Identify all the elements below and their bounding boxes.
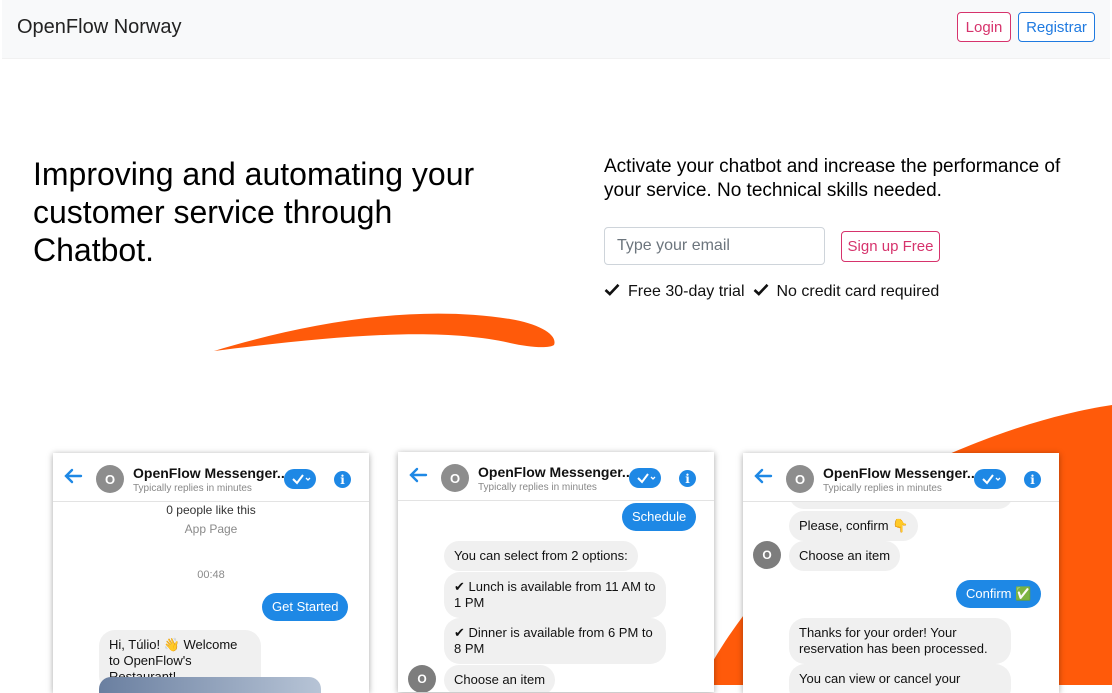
feature-label: No credit card required — [776, 283, 940, 300]
choose-item-message: Choose an item — [444, 665, 556, 692]
email-input[interactable]: Type your email — [604, 227, 825, 265]
feature-item: No credit card required — [753, 283, 940, 301]
check-icon — [753, 283, 769, 301]
image-card — [99, 677, 321, 693]
message-time: 00:48 — [197, 569, 225, 581]
avatar: O — [96, 465, 124, 493]
hero-headline: Improving and automating your customer s… — [33, 156, 475, 268]
brand-name[interactable]: OpenFlow Norway — [17, 16, 182, 39]
avatar: O — [753, 541, 781, 569]
schedule-button[interactable]: Schedule — [622, 503, 697, 531]
chat-preview-1: O OpenFlow Messenger... Typically replie… — [53, 453, 369, 693]
navbar: OpenFlow Norway Login Registrar — [2, 0, 1110, 59]
view-cancel-message: You can view or cancel your — [789, 664, 1011, 693]
page-likes: 0 people like this — [166, 503, 256, 517]
chat-header: O OpenFlow Messenger... Typically replie… — [53, 453, 369, 502]
page-type: App Page — [184, 522, 238, 536]
chat-header: O OpenFlow Messenger... Typically replie… — [398, 452, 714, 501]
feature-item: Free 30-day trial — [604, 283, 745, 301]
thanks-message: Thanks for your order! Your reservation … — [789, 618, 1011, 664]
chat-title: OpenFlow Messenger... — [823, 465, 979, 481]
login-button[interactable]: Login — [957, 12, 1011, 42]
info-icon[interactable]: i — [334, 471, 351, 488]
feature-label: Free 30-day trial — [628, 283, 745, 300]
chat-subtitle: Typically replies in minutes — [823, 483, 942, 494]
check-menu-icon[interactable] — [629, 468, 661, 488]
confirm-prompt-message: Please, confirm 👇 — [789, 511, 919, 541]
chat-title: OpenFlow Messenger... — [133, 465, 289, 481]
chat-header: O OpenFlow Messenger... Typically replie… — [743, 453, 1059, 502]
chat-subtitle: Typically replies in minutes — [478, 482, 597, 493]
lunch-option: ✔ Lunch is available from 11 AM to 1 PM — [444, 572, 666, 618]
avatar: O — [786, 465, 814, 493]
choose-item-message: Choose an item — [789, 541, 901, 571]
chat-preview-3: 19:00:00-03:00, dinner at indoor O OpenF… — [743, 453, 1059, 693]
get-started-button[interactable]: Get Started — [262, 593, 349, 621]
back-arrow-icon[interactable] — [753, 468, 773, 489]
back-arrow-icon[interactable] — [63, 468, 83, 489]
avatar: O — [408, 665, 436, 692]
signup-button[interactable]: Sign up Free — [841, 231, 940, 262]
avatar: O — [441, 464, 469, 492]
check-icon — [604, 283, 620, 301]
info-icon[interactable]: i — [1024, 471, 1041, 488]
back-arrow-icon[interactable] — [408, 467, 428, 488]
check-menu-icon[interactable] — [284, 469, 316, 489]
feature-list: Free 30-day trial No credit card require… — [604, 283, 947, 301]
register-button[interactable]: Registrar — [1018, 12, 1095, 42]
chat-title: OpenFlow Messenger... — [478, 464, 634, 480]
chat-subtitle: Typically replies in minutes — [133, 483, 252, 494]
confirm-button[interactable]: Confirm ✅ — [956, 580, 1042, 608]
hero-subheadline: Activate your chatbot and increase the p… — [604, 156, 1061, 201]
options-message: You can select from 2 options: — [444, 541, 638, 571]
dinner-option: ✔ Dinner is available from 6 PM to 8 PM — [444, 618, 666, 664]
check-menu-icon[interactable] — [974, 469, 1006, 489]
chat-preview-2: O OpenFlow Messenger... Typically replie… — [398, 452, 714, 692]
info-icon[interactable]: i — [679, 470, 696, 487]
decorative-swoosh — [214, 313, 555, 351]
